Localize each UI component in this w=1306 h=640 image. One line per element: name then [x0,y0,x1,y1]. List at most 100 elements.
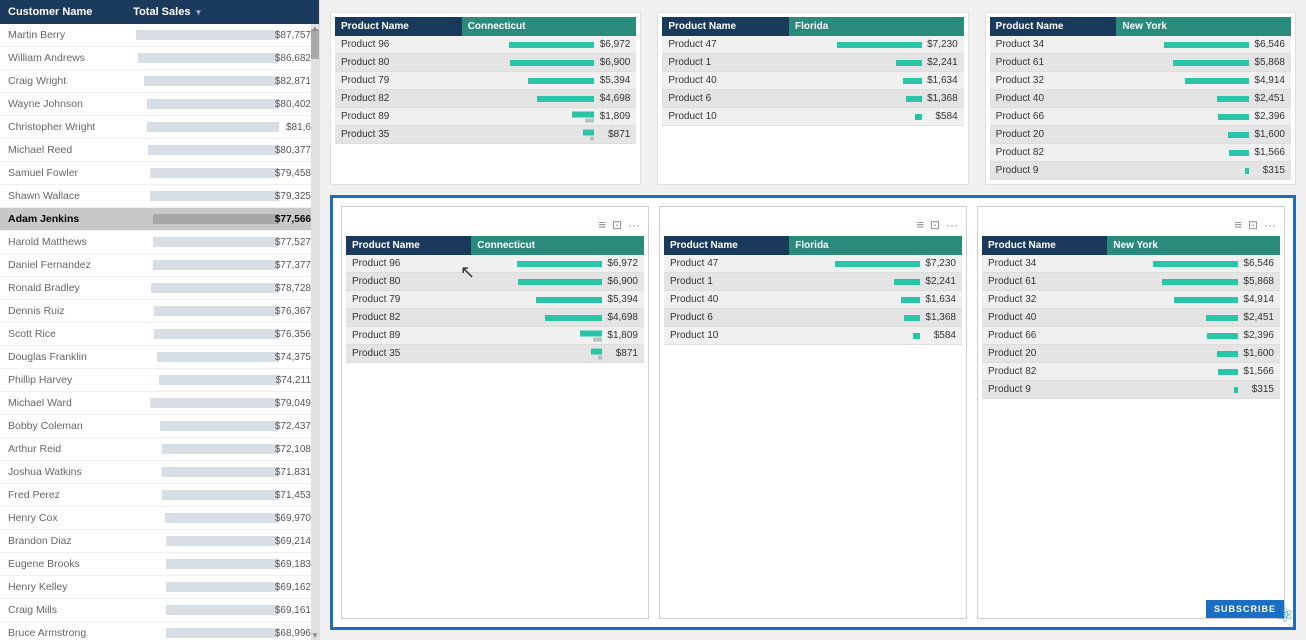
customer-sales: $81,6 [125,116,319,139]
image-icon-ct[interactable]: ⊡ [612,218,622,232]
connecticut-top-panel: Product Name Connecticut Product 96 $6,9… [330,12,641,185]
total-sales-header[interactable]: Total Sales [125,0,319,24]
product-name-cell: Product 34 [982,255,1107,273]
newyork-bottom-table: Product Name New York Product 34 $6,546 … [982,236,1280,399]
product-name-cell: Product 79 [346,291,471,309]
product-value-cell: $1,600 [1116,126,1291,144]
product-value-cell: $5,868 [1107,273,1280,291]
product-value-cell: $315 [1107,381,1280,399]
newyork-col-top: New York [1116,17,1291,36]
product-value-cell: $1,634 [789,72,964,90]
product-name-cell: Product 80 [346,273,471,291]
customer-name: Craig Mills [0,599,125,622]
newyork-top-panel: Product Name New York Product 34 $6,546 … [985,12,1296,185]
customer-sales: $77,377 [125,254,319,277]
product-value-cell: $7,230 [789,36,964,54]
florida-bottom-panel: ≡ ⊡ ··· Product Name Florida Product 47 [659,206,967,619]
image-icon-ny[interactable]: ⊡ [1248,218,1258,232]
customer-name: Henry Kelley [0,576,125,599]
product-value-cell: $6,972 [462,36,637,54]
product-name-cell: Product 40 [662,72,789,90]
florida-col-top: Florida [789,17,964,36]
product-value-cell: $871 [462,126,637,144]
customer-sales: $74,375 [125,346,319,369]
more-icon-ny[interactable]: ··· [1264,218,1276,232]
product-value-cell: $1,368 [789,309,962,327]
more-icon-ct[interactable]: ··· [628,218,640,232]
product-value-cell: $4,698 [462,90,637,108]
content-area: Product Name Connecticut Product 96 $6,9… [320,0,1306,640]
product-value-cell: $6,546 [1107,255,1280,273]
newyork-bottom-panel: ≡ ⊡ ··· Product Name New York Product 34 [977,206,1285,619]
product-value-cell: $1,809 [462,108,637,126]
customer-name: Bruce Armstrong [0,622,125,640]
customer-name: William Andrews [0,47,125,70]
customer-name: Dennis Ruiz [0,300,125,323]
fl-bottom-header: ≡ ⊡ ··· [664,215,962,234]
customer-sales: $77,527 [125,231,319,254]
customer-name: Shawn Wallace [0,185,125,208]
menu-icon-ct[interactable]: ≡ [598,217,606,232]
product-name-cell: Product 89 [346,327,471,345]
product-value-cell: $6,546 [1116,36,1291,54]
product-name-cell: Product 20 [982,345,1107,363]
product-name-cell: Product 6 [662,90,789,108]
customer-sales: $82,871 [125,70,319,93]
product-value-cell: $2,396 [1107,327,1280,345]
customer-sales: $72,108 [125,438,319,461]
product-value-cell: $2,451 [1107,309,1280,327]
product-name-cell: Product 47 [664,255,789,273]
product-name-cell: Product 34 [990,36,1117,54]
product-name-col-ny-top: Product Name [990,17,1117,36]
florida-col-bot: Florida [789,236,962,255]
product-value-cell: $4,914 [1107,291,1280,309]
customer-name: Craig Wright [0,70,125,93]
customer-name: Michael Ward [0,392,125,415]
product-name-cell: Product 10 [664,327,789,345]
scrollbar-track[interactable]: ▲ ▼ [311,24,319,640]
product-value-cell: $1,634 [789,291,962,309]
customer-table: Customer Name Total Sales Martin Berry $… [0,0,319,640]
product-value-cell: $1,600 [1107,345,1280,363]
product-name-col-fl-bot: Product Name [664,236,789,255]
customer-sales: $80,402 [125,93,319,116]
customer-sales: $79,458 [125,162,319,185]
customer-name: Christopher Wright [0,116,125,139]
customer-sales: $69,161 [125,599,319,622]
customer-name: Arthur Reid [0,438,125,461]
product-name-cell: Product 1 [664,273,789,291]
menu-icon-fl[interactable]: ≡ [916,217,924,232]
image-icon-fl[interactable]: ⊡ [930,218,940,232]
scroll-down-icon[interactable]: ▼ [311,631,319,640]
scroll-up-icon[interactable]: ▲ [311,24,319,33]
product-value-cell: $5,394 [462,72,637,90]
ny-bottom-header: ≡ ⊡ ··· [982,215,1280,234]
newyork-col-bot: New York [1107,236,1280,255]
customer-name: Wayne Johnson [0,93,125,116]
subscribe-button[interactable]: SUBSCRIBE [1206,600,1284,618]
product-name-cell: Product 32 [982,291,1107,309]
customer-sales: $71,831 [125,461,319,484]
customer-name: Harold Matthews [0,231,125,254]
customer-name: Martin Berry [0,24,125,47]
florida-top-table: Product Name Florida Product 47 $7,230 P… [662,17,963,126]
product-name-cell: Product 9 [990,162,1117,180]
product-value-cell: $584 [789,327,962,345]
menu-icon-ny[interactable]: ≡ [1234,217,1242,232]
product-value-cell: $2,241 [789,54,964,72]
scrollbar-thumb[interactable] [311,29,319,59]
main-container: Customer Name Total Sales Martin Berry $… [0,0,1306,640]
product-value-cell: $6,972 [471,255,644,273]
product-name-cell: Product 1 [662,54,789,72]
product-name-cell: Product 40 [990,90,1117,108]
customer-name: Phillip Harvey [0,369,125,392]
bottom-highlighted-section: ≡ ⊡ ··· ↖ Product Name Connecticut Produ… [330,195,1296,630]
customer-name: Brandon Diaz [0,530,125,553]
more-icon-fl[interactable]: ··· [946,218,958,232]
product-name-cell: Product 96 [346,255,471,273]
product-value-cell: $2,241 [789,273,962,291]
product-value-cell: $7,230 [789,255,962,273]
product-name-cell: Product 40 [982,309,1107,327]
product-name-cell: Product 32 [990,72,1117,90]
product-name-col-fl-top: Product Name [662,17,789,36]
